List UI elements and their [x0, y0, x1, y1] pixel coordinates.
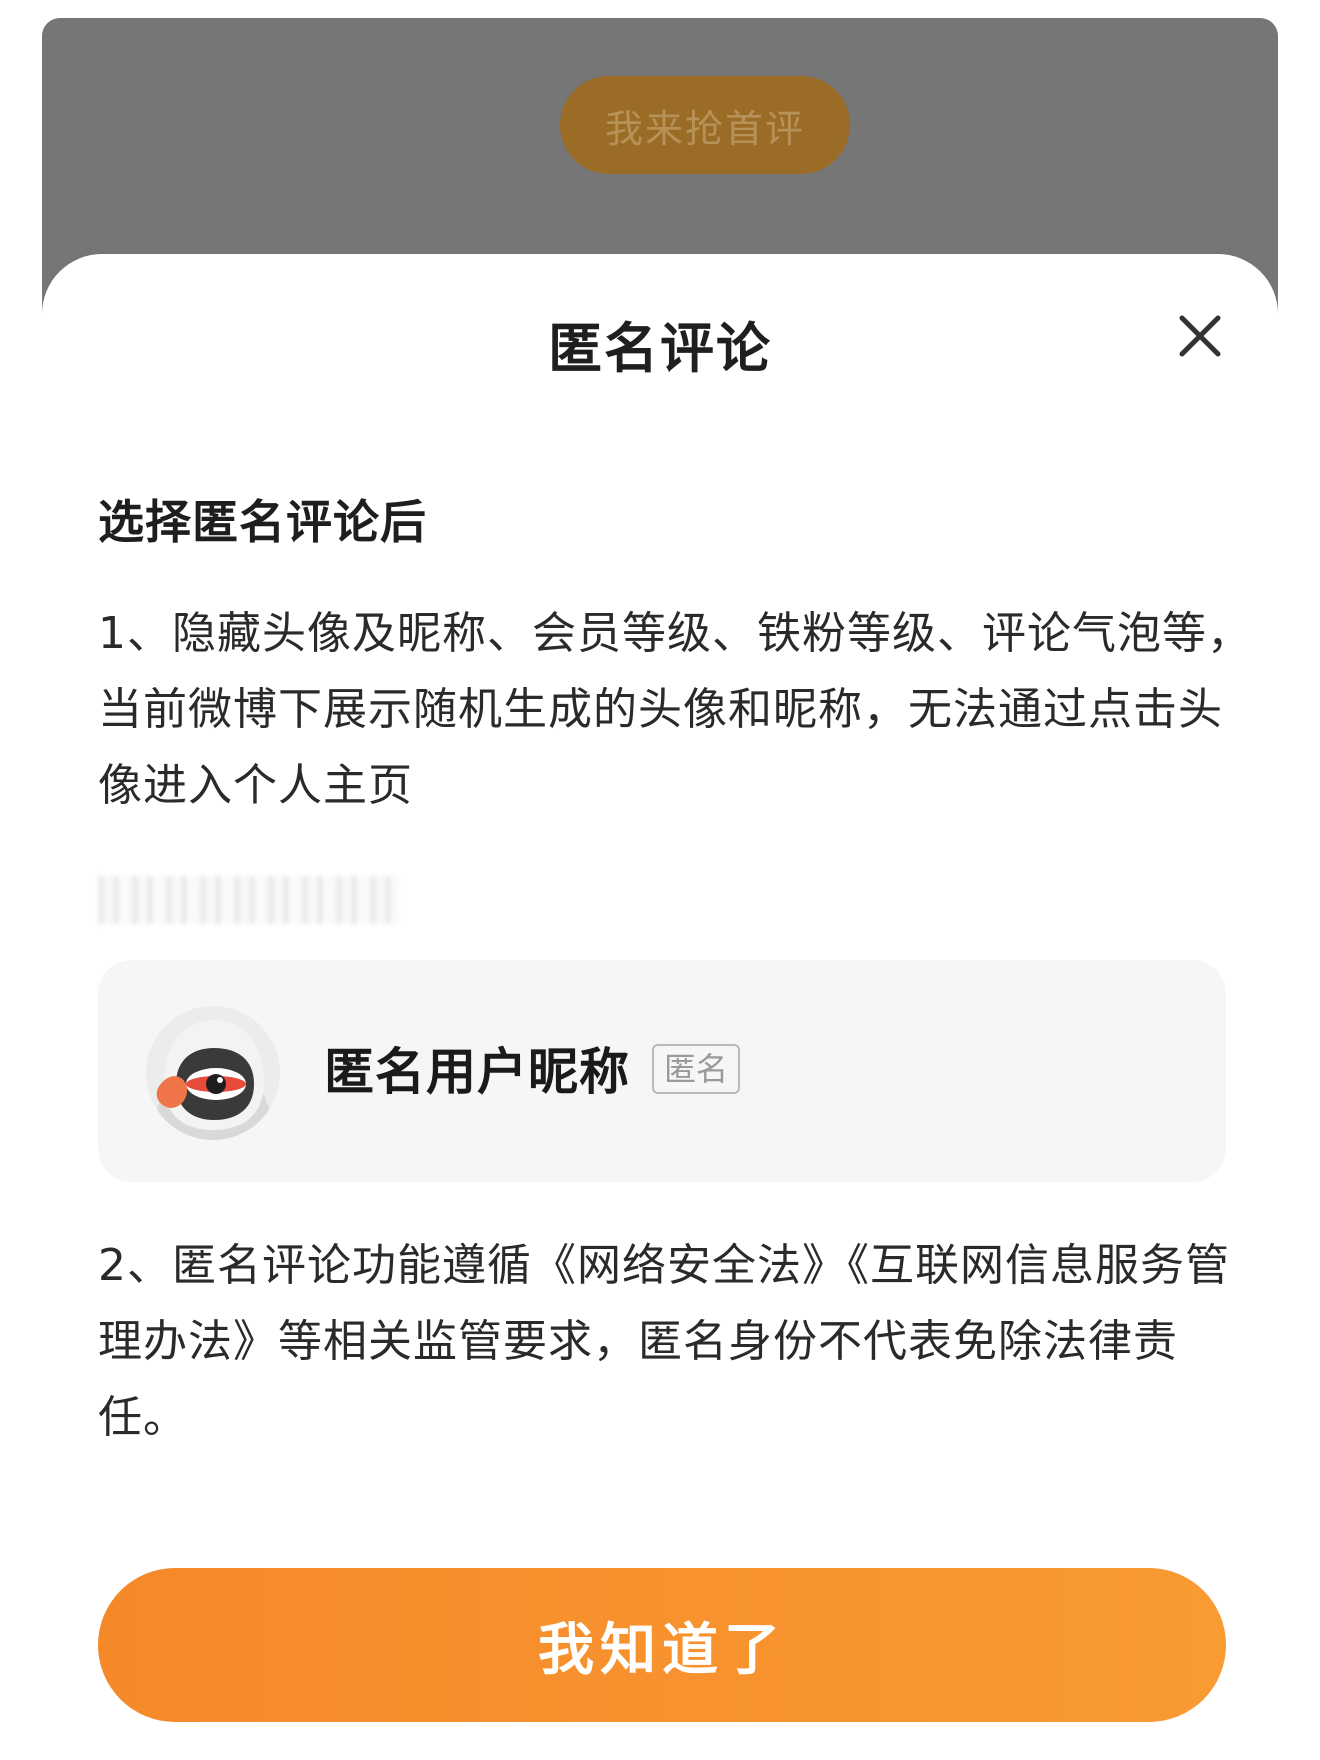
anonymous-preview-card: 匿名用户昵称 匿名	[98, 960, 1226, 1182]
blurred-label	[98, 876, 398, 924]
anonymous-badge: 匿名	[652, 1044, 741, 1094]
intro-heading: 选择匿名评论后	[98, 495, 427, 549]
first-comment-button: 我来抢首评	[560, 76, 850, 174]
anonymous-avatar-icon	[144, 1004, 282, 1142]
rule-text-1: 1、隐藏头像及昵称、会员等级、铁粉等级、评论气泡等，当前微博下展示随机生成的头像…	[98, 608, 1252, 811]
anonymous-comment-sheet: 匿名评论 选择匿名评论后 1、隐藏头像及昵称、会员等级、铁粉等级、评论气泡等，当…	[42, 254, 1278, 1760]
background-cut-text	[42, 18, 1278, 37]
confirm-button[interactable]: 我知道了	[98, 1568, 1226, 1722]
close-icon[interactable]	[1172, 308, 1228, 364]
anonymous-nickname: 匿名用户昵称	[324, 1043, 630, 1101]
rule-text-2: 2、匿名评论功能遵循《网络安全法》《互联网信息服务管理办法》等相关监管要求，匿名…	[98, 1240, 1230, 1443]
sheet-title: 匿名评论	[548, 317, 772, 380]
